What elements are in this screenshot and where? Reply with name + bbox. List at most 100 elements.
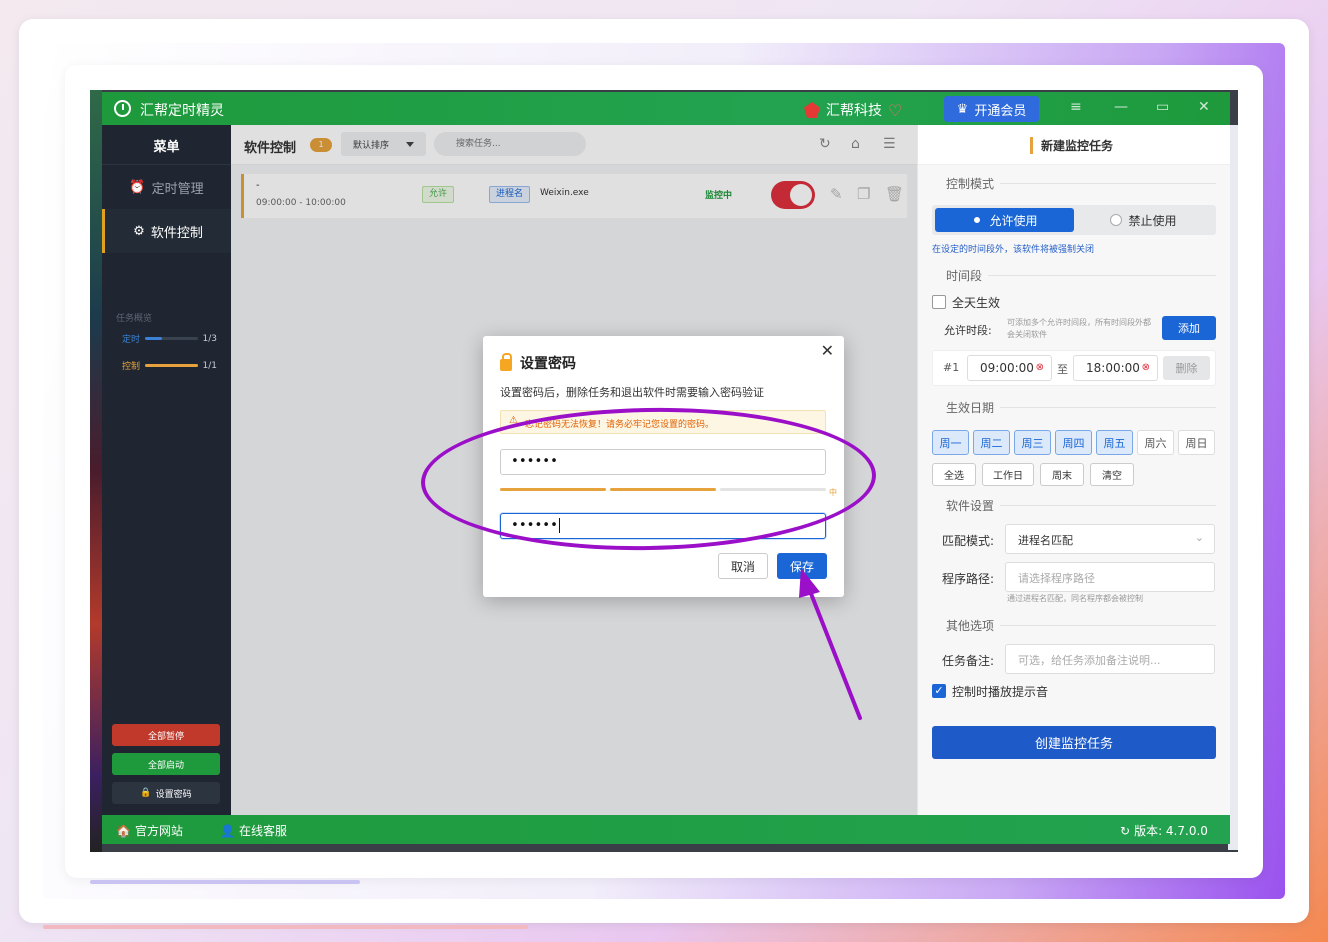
- section-software: 软件设置: [932, 497, 1216, 514]
- vip-button[interactable]: ♛ 开通会员: [944, 96, 1039, 122]
- dialog-title: 设置密码: [500, 353, 576, 373]
- website-link[interactable]: 🏠 官方网站: [116, 822, 183, 839]
- period-row: #1 09:00:00 ⊗ 至 18:00:00 ⊗ 删除: [932, 350, 1216, 386]
- sidebar-item-label: 软件控制: [150, 225, 203, 241]
- clear-icon[interactable]: ⊗: [1142, 362, 1150, 373]
- allowed-period-hint: 可添加多个允许时间段，所有时间段外都会关闭软件: [1007, 318, 1151, 339]
- mode-switch: 允许使用 禁止使用: [932, 205, 1216, 235]
- user-icon: 👤: [220, 823, 235, 838]
- note-label: 任务备注:: [942, 654, 995, 668]
- section-label: 控制模式: [946, 177, 995, 191]
- day-button-sat[interactable]: 周六: [1137, 430, 1174, 455]
- section-time: 时间段: [932, 267, 1216, 284]
- day-button-wed[interactable]: 周三: [1014, 430, 1051, 455]
- maximize-icon[interactable]: ▭: [1156, 99, 1169, 115]
- home-icon: 🏠: [116, 823, 131, 838]
- day-button-tue[interactable]: 周二: [973, 430, 1010, 455]
- allow-option[interactable]: 允许使用: [935, 208, 1074, 232]
- to-label: 至: [1057, 363, 1068, 376]
- status-bar: 🏠 官方网站 👤 在线客服 ↻ 版本: 4.7.0.0: [102, 815, 1230, 844]
- lock-icon: [500, 353, 512, 371]
- add-period-button[interactable]: 添加: [1162, 316, 1216, 340]
- all-day-label: 全天生效: [952, 296, 1001, 310]
- section-control-mode: 控制模式: [932, 175, 1216, 192]
- path-hint: 通过进程名匹配，同名程序都会被控制: [1007, 594, 1143, 603]
- decor-line: [90, 880, 360, 884]
- stat-bar: [145, 364, 198, 367]
- lock-icon: 🔒: [140, 788, 152, 798]
- stat-bar-fill: [145, 337, 163, 340]
- panel-header: 新建监控任务: [918, 125, 1230, 165]
- set-password-label: 设置密码: [155, 789, 192, 800]
- period-index: #1: [943, 361, 960, 374]
- stat-row: 控制 1/1: [102, 351, 231, 378]
- stat-bar-fill: [145, 364, 198, 367]
- background-window: [90, 90, 102, 852]
- close-icon[interactable]: ✕: [1198, 99, 1210, 115]
- weekend-button[interactable]: 周末: [1040, 463, 1084, 486]
- delete-period-button[interactable]: 删除: [1163, 356, 1210, 380]
- clear-button[interactable]: 清空: [1090, 463, 1134, 486]
- day-button-fri[interactable]: 周五: [1096, 430, 1133, 455]
- overview-title: 任务概览: [116, 314, 153, 324]
- pause-all-button[interactable]: 全部暂停: [112, 724, 220, 746]
- select-all-button[interactable]: 全选: [932, 463, 976, 486]
- end-time-value: 18:00:00: [1086, 361, 1140, 375]
- stat-value: 1/3: [202, 333, 217, 344]
- day-button-thu[interactable]: 周四: [1055, 430, 1092, 455]
- radio-icon: [971, 214, 984, 226]
- start-all-button[interactable]: 全部启动: [112, 753, 220, 775]
- decor-line: [43, 925, 528, 929]
- match-mode-value: 进程名匹配: [1018, 534, 1073, 547]
- section-label: 其他选项: [946, 619, 995, 633]
- stat-value: 1/1: [202, 360, 217, 371]
- clear-icon[interactable]: ⊗: [1036, 362, 1044, 373]
- radio-icon: [1110, 214, 1123, 226]
- forbid-option[interactable]: 禁止使用: [1074, 208, 1213, 232]
- mode-hint: 在设定的时间段外，该软件将被强制关闭: [932, 245, 1095, 255]
- match-mode-select[interactable]: 进程名匹配 ⌄: [1005, 524, 1215, 554]
- workday-button[interactable]: 工作日: [982, 463, 1034, 486]
- panel-title: 新建监控任务: [1030, 137, 1113, 154]
- sidebar-item-software-control[interactable]: ⚙ 软件控制: [102, 209, 231, 253]
- end-time-input[interactable]: 18:00:00 ⊗: [1073, 355, 1158, 381]
- stat-bar: [145, 337, 198, 340]
- set-password-button[interactable]: 🔒 设置密码: [112, 782, 220, 804]
- website-label: 官方网站: [134, 824, 183, 838]
- dialog-title-text: 设置密码: [520, 356, 576, 372]
- version-info: ↻ 版本: 4.7.0.0: [1120, 822, 1208, 839]
- vip-button-label: 开通会员: [974, 103, 1027, 119]
- sidebar-item-timer[interactable]: ⏰ 定时管理: [102, 165, 231, 209]
- path-input[interactable]: 请选择程序路径: [1005, 562, 1215, 592]
- menu-title: 菜单: [102, 125, 231, 165]
- chevron-down-icon: ⌄: [1194, 531, 1204, 544]
- stat-row: 定时 1/3: [102, 324, 231, 351]
- menu-icon[interactable]: ≡: [1070, 99, 1082, 115]
- support-label: 在线客服: [238, 824, 287, 838]
- brand: 汇帮科技 ♡: [804, 100, 902, 120]
- minimize-icon[interactable]: —: [1114, 99, 1128, 115]
- all-day-checkbox[interactable]: [932, 295, 946, 309]
- brand-logo-icon: [804, 102, 820, 118]
- support-link[interactable]: 👤 在线客服: [220, 822, 287, 839]
- play-sound-checkbox[interactable]: ✓: [932, 684, 946, 698]
- sidebar: 菜单 ⏰ 定时管理 ⚙ 软件控制 任务概览 定时 1/3 控制 1/1 全部暂停…: [102, 125, 231, 815]
- create-task-button[interactable]: 创建监控任务: [932, 726, 1216, 759]
- forbid-option-label: 禁止使用: [1128, 213, 1177, 228]
- section-label: 生效日期: [946, 401, 995, 415]
- play-sound-label: 控制时播放提示音: [952, 685, 1049, 699]
- alarm-clock-icon: [114, 100, 131, 117]
- save-button[interactable]: 保存: [777, 553, 827, 579]
- new-task-panel: 新建监控任务 控制模式 允许使用 禁止使用 在设定的时间段外，该软件将被强制关闭…: [917, 125, 1230, 815]
- path-label: 程序路径:: [942, 572, 995, 586]
- day-button-mon[interactable]: 周一: [932, 430, 969, 455]
- close-icon[interactable]: ✕: [821, 341, 834, 360]
- start-time-input[interactable]: 09:00:00 ⊗: [967, 355, 1052, 381]
- section-label: 软件设置: [946, 499, 995, 513]
- cancel-button[interactable]: 取消: [718, 553, 768, 579]
- stat-label: 控制: [122, 362, 141, 372]
- note-input[interactable]: 可选，给任务添加备注说明...: [1005, 644, 1215, 674]
- sidebar-item-label: 定时管理: [151, 181, 204, 197]
- match-mode-label: 匹配模式:: [942, 534, 995, 548]
- day-button-sun[interactable]: 周日: [1178, 430, 1215, 455]
